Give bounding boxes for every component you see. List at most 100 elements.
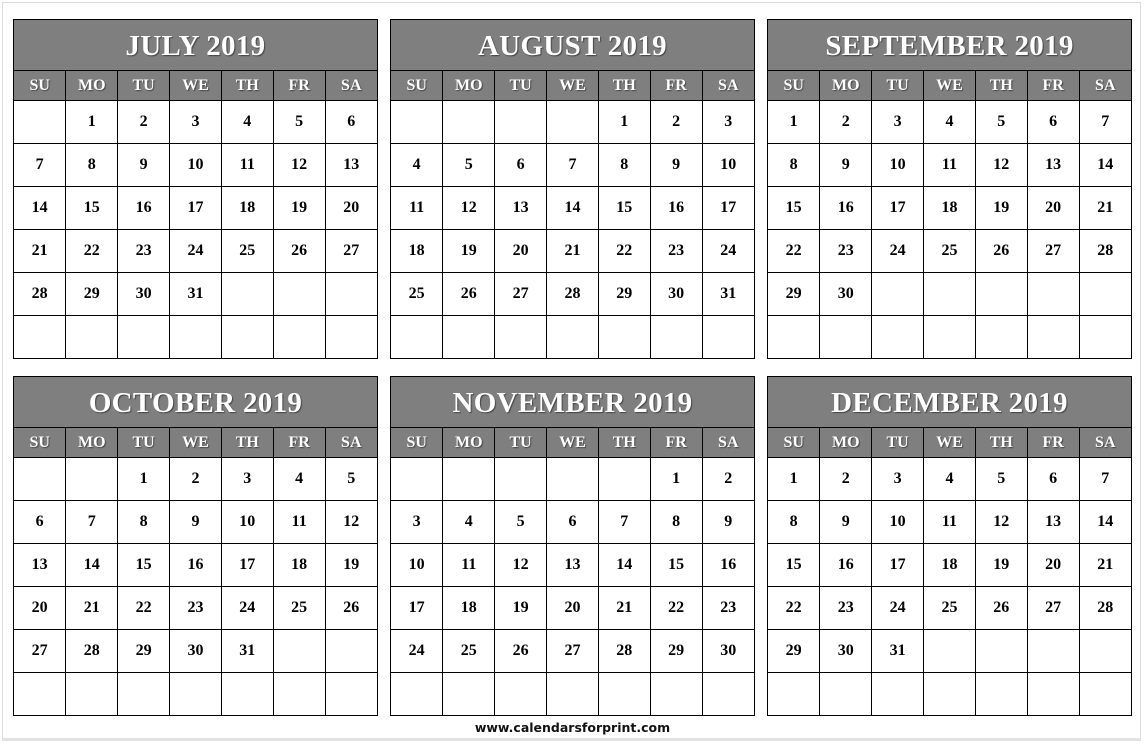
day-cell: 25 <box>273 586 326 630</box>
day-cell: 22 <box>117 586 171 630</box>
day-cell: 7 <box>598 500 651 544</box>
day-cell: 12 <box>325 500 377 544</box>
day-cell: 24 <box>871 586 925 630</box>
day-cell: 2 <box>819 457 873 501</box>
empty-day-cell <box>221 672 274 715</box>
weekday-header: WE <box>546 71 599 101</box>
week-row: 17 18 19 20 21 22 23 <box>391 586 754 630</box>
day-cell: 4 <box>221 100 274 144</box>
day-cell: 11 <box>442 543 496 587</box>
day-cell: 1 <box>117 457 171 501</box>
month-table: SU MO TU WE TH FR SA 1 2 3 4 5 6 7 8 9 10 11 12 13 14 15 16 17 1… <box>14 428 377 715</box>
day-cell: 17 <box>391 586 444 630</box>
weekday-header: MO <box>65 428 119 458</box>
day-cell: 6 <box>1027 457 1080 501</box>
day-cell: 13 <box>546 543 599 587</box>
day-cell: 20 <box>494 229 548 273</box>
day-cell: 8 <box>117 500 171 544</box>
day-cell: 10 <box>221 500 274 544</box>
weekday-header: WE <box>169 71 222 101</box>
empty-day-cell <box>325 629 377 673</box>
weekday-header: FR <box>1027 428 1080 458</box>
month-calendar: JULY 2019 SU MO TU WE TH FR SA 1 2 3 4 5 6 7 8 9 10 11 12 13… <box>13 19 378 359</box>
weekday-header: FR <box>273 71 326 101</box>
day-cell: 4 <box>923 100 976 144</box>
day-cell: 6 <box>546 500 599 544</box>
empty-day-cell <box>325 316 377 359</box>
day-cell: 9 <box>117 143 171 187</box>
week-row: 27 28 29 30 31 <box>14 629 377 673</box>
week-row: 21 22 23 24 25 26 27 <box>14 229 377 273</box>
day-cell: 30 <box>169 629 222 673</box>
empty-day-cell <box>1027 272 1080 316</box>
week-row: 3456789 <box>391 500 754 544</box>
weekday-header: SA <box>325 428 377 458</box>
weekday-header: SU <box>768 428 821 458</box>
day-cell: 13 <box>325 143 377 187</box>
empty-day-cell <box>65 672 119 715</box>
weekday-header-row: SU MO TU WE TH FR SA <box>768 71 1131 101</box>
day-cell: 10 <box>169 143 222 187</box>
day-cell: 29 <box>598 272 651 316</box>
day-cell: 12 <box>975 143 1028 187</box>
day-cell: 5 <box>494 500 548 544</box>
empty-day-cell <box>1027 629 1080 673</box>
day-cell: 10 <box>391 543 444 587</box>
day-cell: 29 <box>768 629 821 673</box>
empty-day-cell <box>391 100 444 144</box>
day-cell: 28 <box>546 272 599 316</box>
empty-day-cell <box>169 315 222 358</box>
weekday-header: WE <box>923 71 976 101</box>
day-cell: 16 <box>650 186 703 230</box>
empty-day-cell <box>273 272 326 316</box>
weekday-header: FR <box>650 71 703 101</box>
week-row: 14 15 16 17 18 19 20 <box>14 186 377 230</box>
day-cell: 9 <box>819 143 873 187</box>
day-cell: 10 <box>871 143 925 187</box>
empty-day-cell <box>975 672 1028 715</box>
week-row <box>768 315 1131 358</box>
weekday-header: TU <box>494 428 548 458</box>
day-cell: 15 <box>117 543 171 587</box>
day-cell: 28 <box>598 629 651 673</box>
empty-day-cell <box>325 272 377 316</box>
day-cell: 7 <box>546 143 599 187</box>
day-cell: 14 <box>14 186 67 230</box>
day-cell: 4 <box>391 143 444 187</box>
weekday-header: SU <box>391 428 444 458</box>
day-cell: 8 <box>65 143 119 187</box>
weekday-header: MO <box>65 71 119 101</box>
month-title: JULY 2019 <box>14 20 377 71</box>
day-cell: 31 <box>702 272 754 316</box>
day-cell: 27 <box>1027 586 1080 630</box>
day-cell: 8 <box>650 500 703 544</box>
empty-day-cell <box>65 457 119 501</box>
day-cell: 10 <box>702 143 754 187</box>
empty-day-cell <box>871 672 925 715</box>
day-cell: 29 <box>650 629 703 673</box>
day-cell: 3 <box>391 500 444 544</box>
week-row: 22 23 24 25 26 27 28 <box>768 586 1131 630</box>
month-table: SU MO TU WE TH FR SA 1 2 3 4 5 6 7 8 9 10 11 12 13 14 15 16 17 1… <box>768 71 1131 358</box>
day-cell: 30 <box>702 629 754 673</box>
empty-day-cell <box>702 673 754 716</box>
weekday-header: MO <box>819 71 873 101</box>
day-cell: 14 <box>1079 143 1131 187</box>
day-cell: 25 <box>391 272 444 316</box>
empty-day-cell <box>65 315 119 358</box>
day-cell: 24 <box>221 586 274 630</box>
day-cell: 24 <box>391 629 444 673</box>
empty-day-cell <box>494 457 548 501</box>
weekday-header: MO <box>819 428 873 458</box>
weekday-header: TH <box>975 428 1028 458</box>
day-cell: 8 <box>598 143 651 187</box>
day-cell: 30 <box>819 629 873 673</box>
day-cell: 3 <box>169 100 222 144</box>
day-cell: 31 <box>221 629 274 673</box>
week-row: 29 30 <box>768 272 1131 316</box>
week-row: 18 19 20 21 22 23 24 <box>391 229 754 273</box>
week-row <box>768 672 1131 715</box>
day-cell: 23 <box>117 229 171 273</box>
day-cell: 18 <box>273 543 326 587</box>
weekday-header: TH <box>221 71 274 101</box>
